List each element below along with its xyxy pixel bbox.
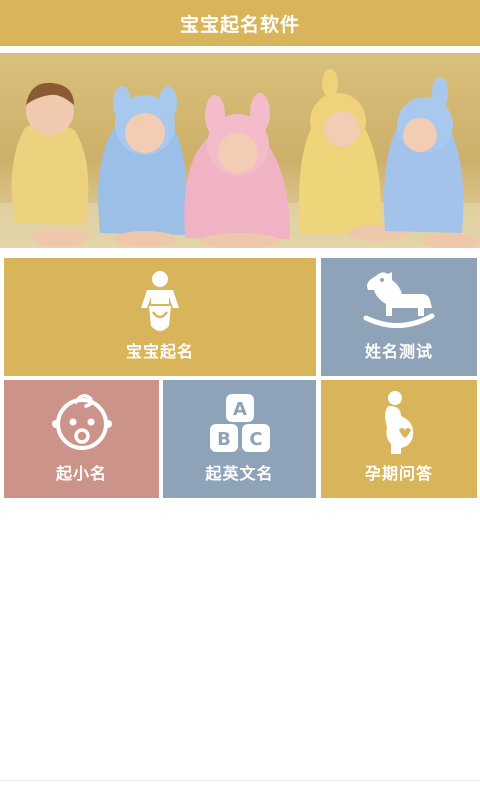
divider [0,46,480,53]
pregnant-woman-icon [379,390,419,460]
tile-label: 起小名 [55,464,107,483]
nickname-tile[interactable]: 起小名 [4,380,159,498]
english-name-tile[interactable]: A B C 起英文名 [163,380,316,498]
svg-text:A: A [233,399,247,420]
svg-text:C: C [249,429,262,450]
babies-photo-illustration [0,69,480,248]
divider [0,780,480,781]
app-title-bar: 宝宝起名软件 [0,0,480,46]
banner-image [0,53,480,248]
baby-naming-tile[interactable]: 宝宝起名 [4,258,316,376]
baby-face-icon [50,390,114,458]
abc-blocks-icon: A B C [208,392,272,458]
tile-label: 起英文名 [205,464,274,483]
tile-label: 宝宝起名 [125,342,194,361]
app-title: 宝宝起名软件 [179,13,300,36]
svg-text:B: B [217,429,231,450]
pregnancy-qa-tile[interactable]: 孕期问答 [321,380,477,498]
tile-label: 姓名测试 [364,342,433,361]
tile-label: 孕期问答 [364,464,433,483]
baby-diaper-icon [139,270,181,340]
rocking-horse-icon [362,268,436,338]
name-test-tile[interactable]: 姓名测试 [321,258,477,376]
